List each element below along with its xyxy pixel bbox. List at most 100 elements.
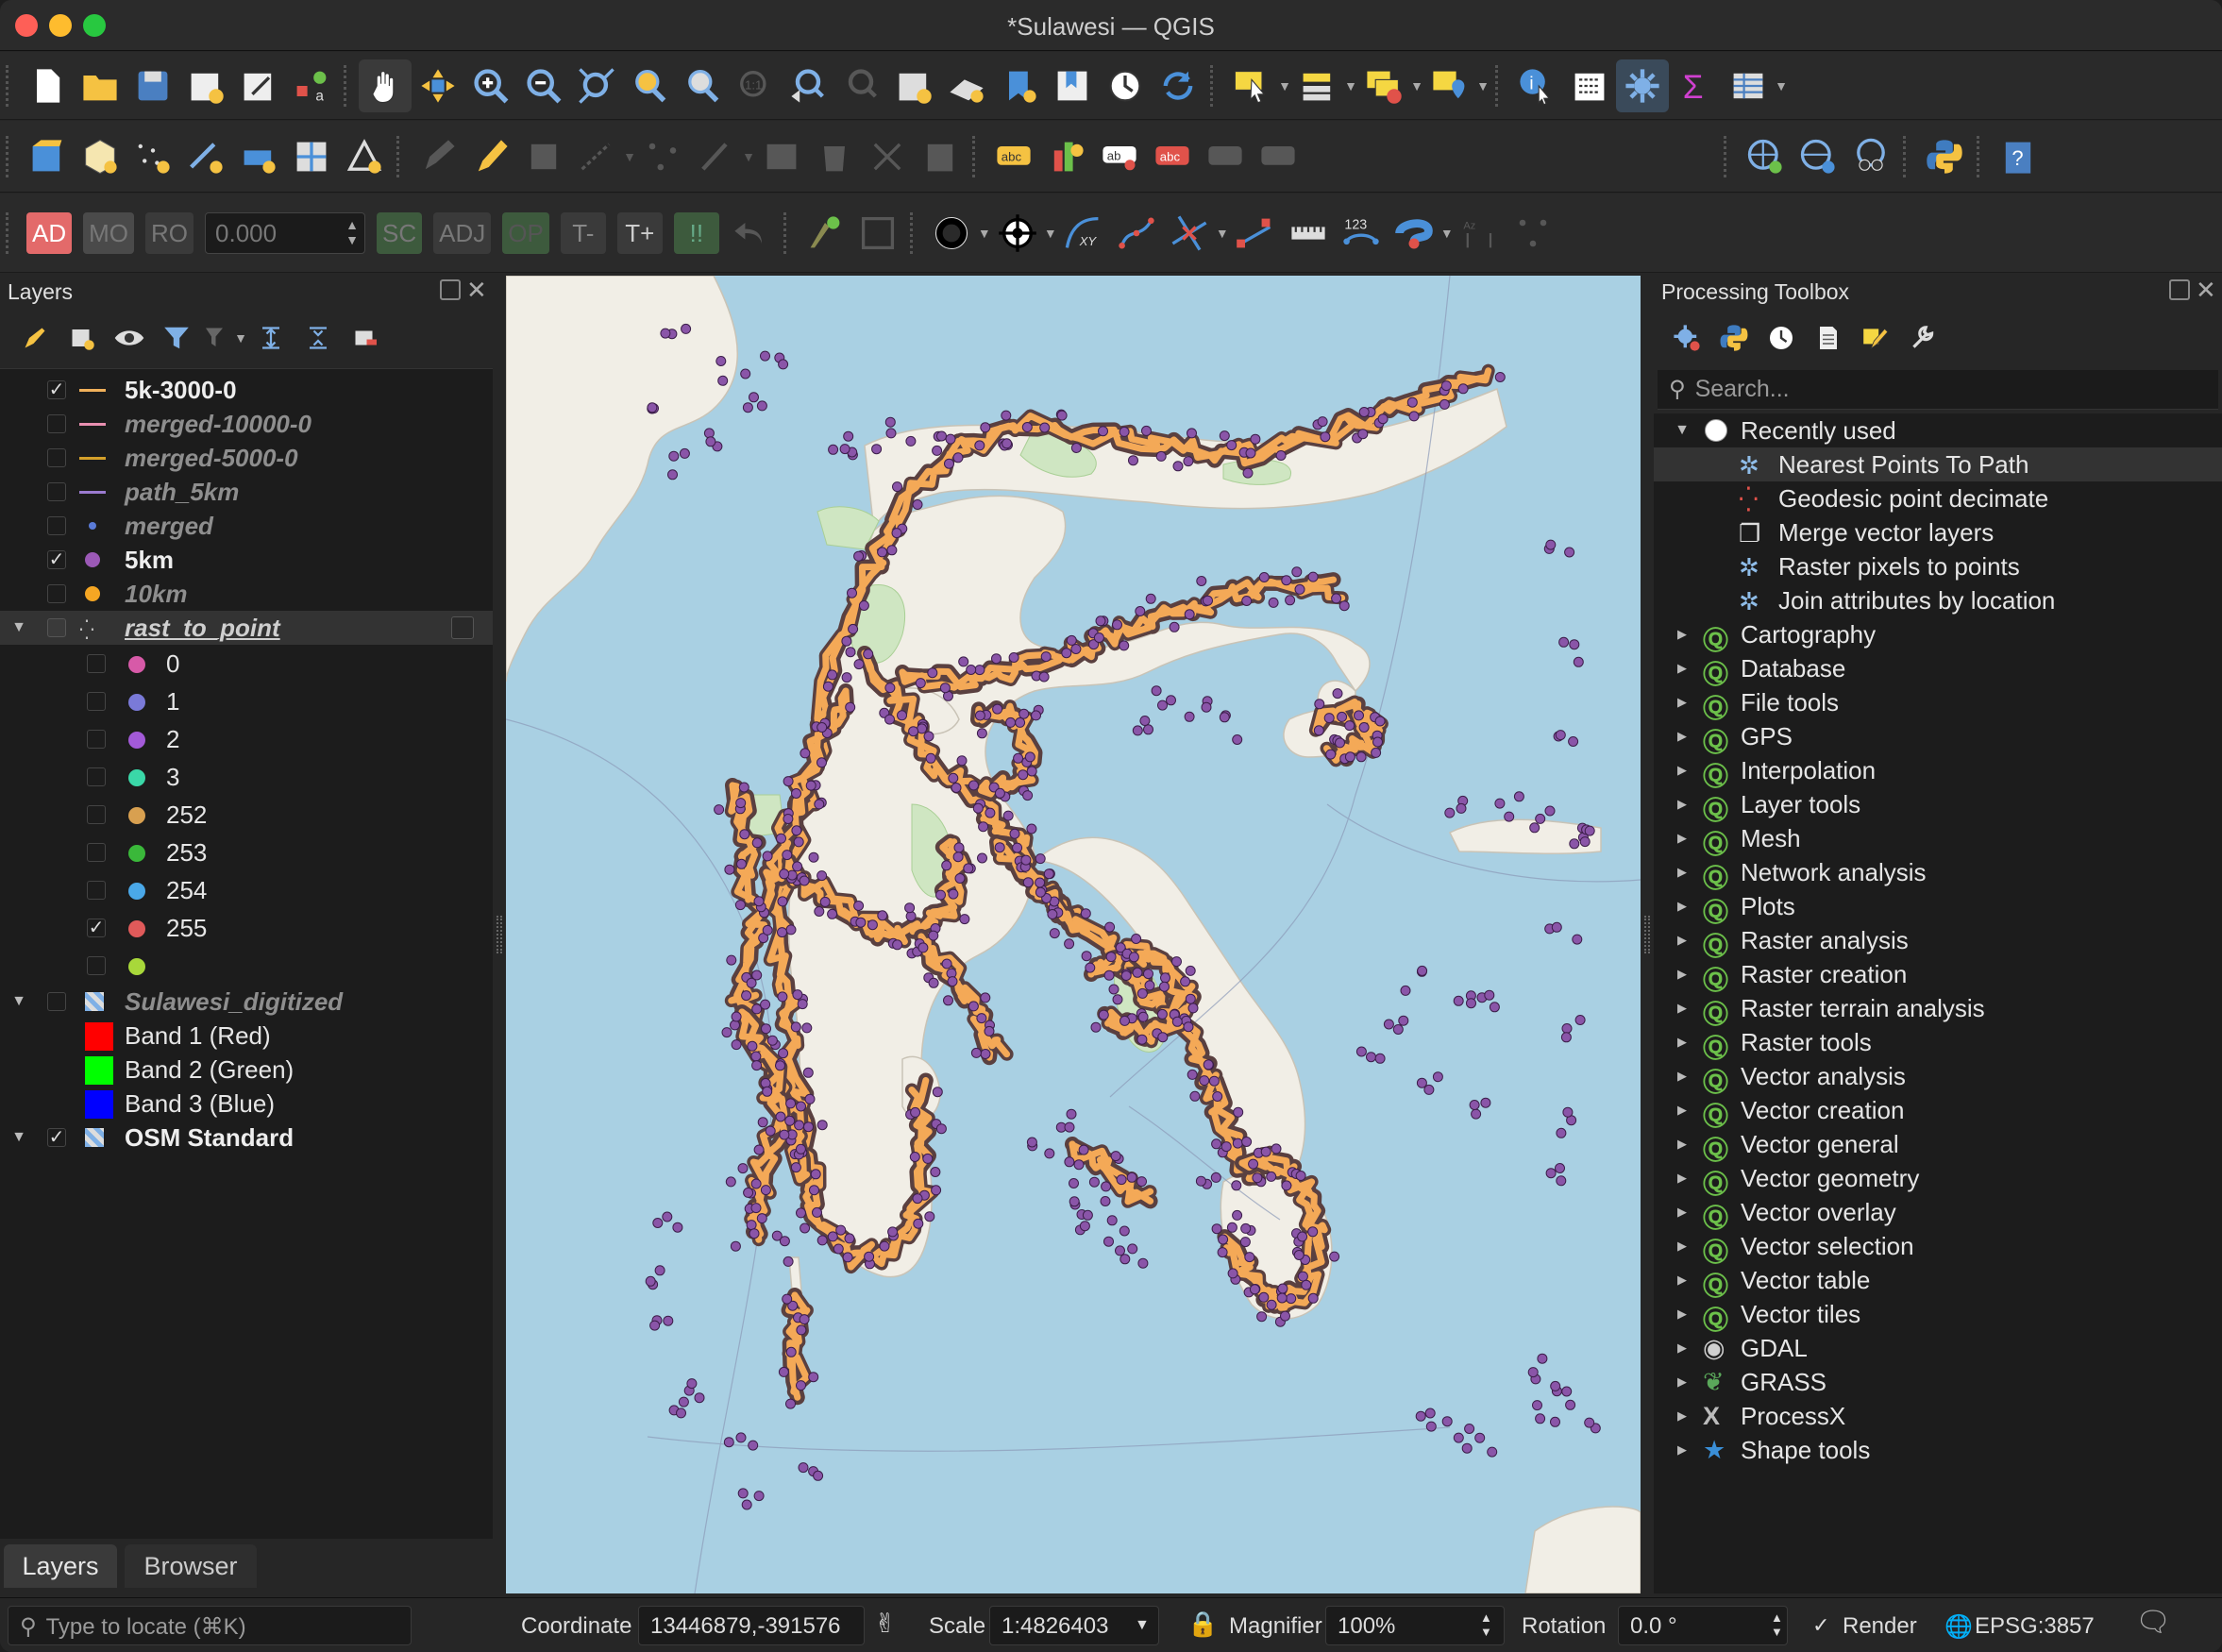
circle-dropdown-icon[interactable]: ▼	[978, 207, 991, 260]
layer-visibility-checkbox[interactable]	[47, 448, 66, 467]
circle-tool-icon[interactable]	[925, 207, 978, 260]
toolbox-search-input[interactable]: Search...	[1695, 376, 1790, 403]
expand-arrow-icon[interactable]: ▶	[1675, 661, 1690, 676]
options-icon[interactable]	[1899, 312, 1946, 364]
class-checkbox[interactable]	[87, 767, 106, 786]
delete-selected-icon[interactable]	[808, 130, 861, 183]
crosshair-icon[interactable]	[991, 207, 1044, 260]
expand-arrow-icon[interactable]: ▼	[11, 619, 26, 636]
provider-group-10[interactable]: ▶ Ⓠ Raster creation	[1654, 957, 2222, 996]
class-row-6[interactable]: 254	[0, 871, 493, 909]
class-row-8[interactable]	[0, 947, 493, 985]
rotate-label-icon[interactable]	[1252, 130, 1305, 183]
expand-arrow-icon[interactable]: ▶	[1675, 1239, 1690, 1254]
manage-visibility-icon[interactable]	[106, 312, 153, 364]
show-bookmarks-icon[interactable]	[1046, 59, 1099, 112]
sort-tool-icon[interactable]: Az	[1454, 207, 1507, 260]
ro-button[interactable]: RO	[145, 212, 194, 254]
expand-arrow-icon[interactable]: ▶	[1675, 933, 1690, 948]
class-checkbox[interactable]	[87, 692, 106, 711]
locator-input[interactable]: Type to locate (⌘K)	[46, 1614, 246, 1640]
collapse-arrow-icon[interactable]: ▼	[1675, 422, 1690, 439]
attribute-table-dropdown-icon[interactable]: ▼	[1775, 59, 1788, 112]
expand-arrow-icon[interactable]: ▶	[1675, 967, 1690, 982]
layer-row-2[interactable]: merged-5000-0	[0, 441, 493, 475]
class-row-0[interactable]: 0	[0, 645, 493, 683]
right-splitter-handle[interactable]	[1644, 916, 1650, 953]
layer-row-6[interactable]: 10km	[0, 577, 493, 611]
layer-row-3[interactable]: path_5km	[0, 475, 493, 509]
toggle-extents-icon[interactable]: ✌	[874, 1608, 896, 1639]
expand-arrow-icon[interactable]: ▶	[1675, 1205, 1690, 1220]
locator-box[interactable]: ⚲ Type to locate (⌘K)	[8, 1606, 412, 1645]
scale-dropdown-icon[interactable]: ▼	[1135, 1617, 1150, 1634]
new-mesh-layer-icon[interactable]	[338, 130, 391, 183]
select-dropdown-icon[interactable]: ▼	[1278, 59, 1291, 112]
azimuth-tool-icon[interactable]	[1229, 207, 1282, 260]
layer-visibility-checkbox[interactable]	[47, 992, 66, 1011]
provider-group-24[interactable]: ▶ ★ Shape tools	[1654, 1433, 2222, 1467]
zoom-native-icon[interactable]: 1:1	[729, 59, 782, 112]
provider-group-3[interactable]: ▶ Ⓠ GPS	[1654, 719, 2222, 758]
select-features-icon[interactable]	[1225, 59, 1278, 112]
layer-visibility-checkbox[interactable]: ✓	[47, 1128, 66, 1147]
class-checkbox[interactable]: ✓	[87, 919, 106, 937]
expand-arrow-icon[interactable]: ▶	[1675, 1306, 1690, 1322]
class-row-1[interactable]: 1	[0, 683, 493, 720]
shape-digitize-icon[interactable]	[1388, 207, 1440, 260]
coordinate-field[interactable]: 13446879,-391576	[638, 1606, 865, 1645]
diagram-options-icon[interactable]	[1040, 130, 1093, 183]
filter-expression-dropdown-icon[interactable]: ▼	[234, 312, 247, 364]
layer-row-5[interactable]: ✓ 5km	[0, 543, 493, 577]
recent-algorithm-1[interactable]: ⁛ Geodesic point decimate	[1654, 481, 2222, 515]
vertex-tool-icon[interactable]	[636, 130, 689, 183]
python-console-icon[interactable]	[1918, 130, 1971, 183]
class-checkbox[interactable]	[87, 956, 106, 975]
zoom-full-icon[interactable]	[570, 59, 623, 112]
class-checkbox[interactable]	[87, 805, 106, 824]
digitize-dropdown-icon[interactable]: ▼	[623, 130, 636, 183]
new-line-layer-icon[interactable]	[179, 130, 232, 183]
toolbox-search-box[interactable]: ⚲ Search...	[1658, 370, 2218, 410]
move-label-icon[interactable]	[1199, 130, 1252, 183]
class-checkbox[interactable]	[87, 730, 106, 749]
scripts-icon[interactable]	[1710, 312, 1758, 364]
map-canvas[interactable]	[506, 276, 1641, 1593]
lock-scale-icon[interactable]: 🔒	[1187, 1610, 1218, 1639]
toolbox-close-icon[interactable]: ✕	[2196, 276, 2216, 305]
provider-group-18[interactable]: ▶ Ⓠ Vector selection	[1654, 1229, 2222, 1268]
close-panel-icon[interactable]: ✕	[466, 276, 487, 305]
expand-arrow-icon[interactable]: ▶	[1675, 1035, 1690, 1050]
recent-algorithm-3[interactable]: ✲ Raster pixels to points	[1654, 549, 2222, 583]
text-plus-button[interactable]: T+	[616, 212, 663, 254]
scale-field[interactable]: 1:4826403	[989, 1606, 1159, 1645]
mode-button[interactable]: MO	[83, 212, 135, 254]
class-row-3[interactable]: 3	[0, 758, 493, 796]
identify-features-icon[interactable]: i	[1510, 59, 1563, 112]
provider-group-13[interactable]: ▶ Ⓠ Vector analysis	[1654, 1059, 2222, 1098]
provider-group-4[interactable]: ▶ Ⓠ Interpolation	[1654, 753, 2222, 792]
history-icon[interactable]	[1758, 312, 1805, 364]
current-edits-icon[interactable]	[412, 130, 464, 183]
provider-group-5[interactable]: ▶ Ⓠ Layer tools	[1654, 787, 2222, 826]
modify-attributes-icon[interactable]	[689, 130, 742, 183]
intersection-dropdown-icon[interactable]: ▼	[1216, 207, 1229, 260]
label-toolbar-icon[interactable]: abc	[987, 130, 1040, 183]
provider-group-0[interactable]: ▶ Ⓠ Cartography	[1654, 617, 2222, 656]
expand-arrow-icon[interactable]: ▶	[1675, 1374, 1690, 1390]
sc-button[interactable]: SC	[377, 212, 423, 254]
provider-group-22[interactable]: ▶ ❦ GRASS	[1654, 1365, 2222, 1399]
expand-arrow-icon[interactable]: ▶	[1675, 729, 1690, 744]
provider-group-8[interactable]: ▶ Ⓠ Plots	[1654, 889, 2222, 928]
filter-legend-icon[interactable]	[153, 312, 200, 364]
select-by-value-icon[interactable]	[1291, 59, 1344, 112]
layer-visibility-checkbox[interactable]: ✓	[47, 380, 66, 399]
layer-visibility-checkbox[interactable]	[47, 618, 66, 637]
layer-row-7[interactable]: ▼ ⁛ rast_to_point	[0, 611, 493, 645]
zoom-to-selection-icon[interactable]	[623, 59, 676, 112]
pan-map-icon[interactable]	[359, 59, 412, 112]
messages-icon[interactable]: 🗨	[2135, 1606, 2171, 1639]
paste-features-icon[interactable]	[914, 130, 967, 183]
modify-dropdown-icon[interactable]: ▼	[742, 130, 755, 183]
layer-visibility-checkbox[interactable]	[47, 516, 66, 535]
